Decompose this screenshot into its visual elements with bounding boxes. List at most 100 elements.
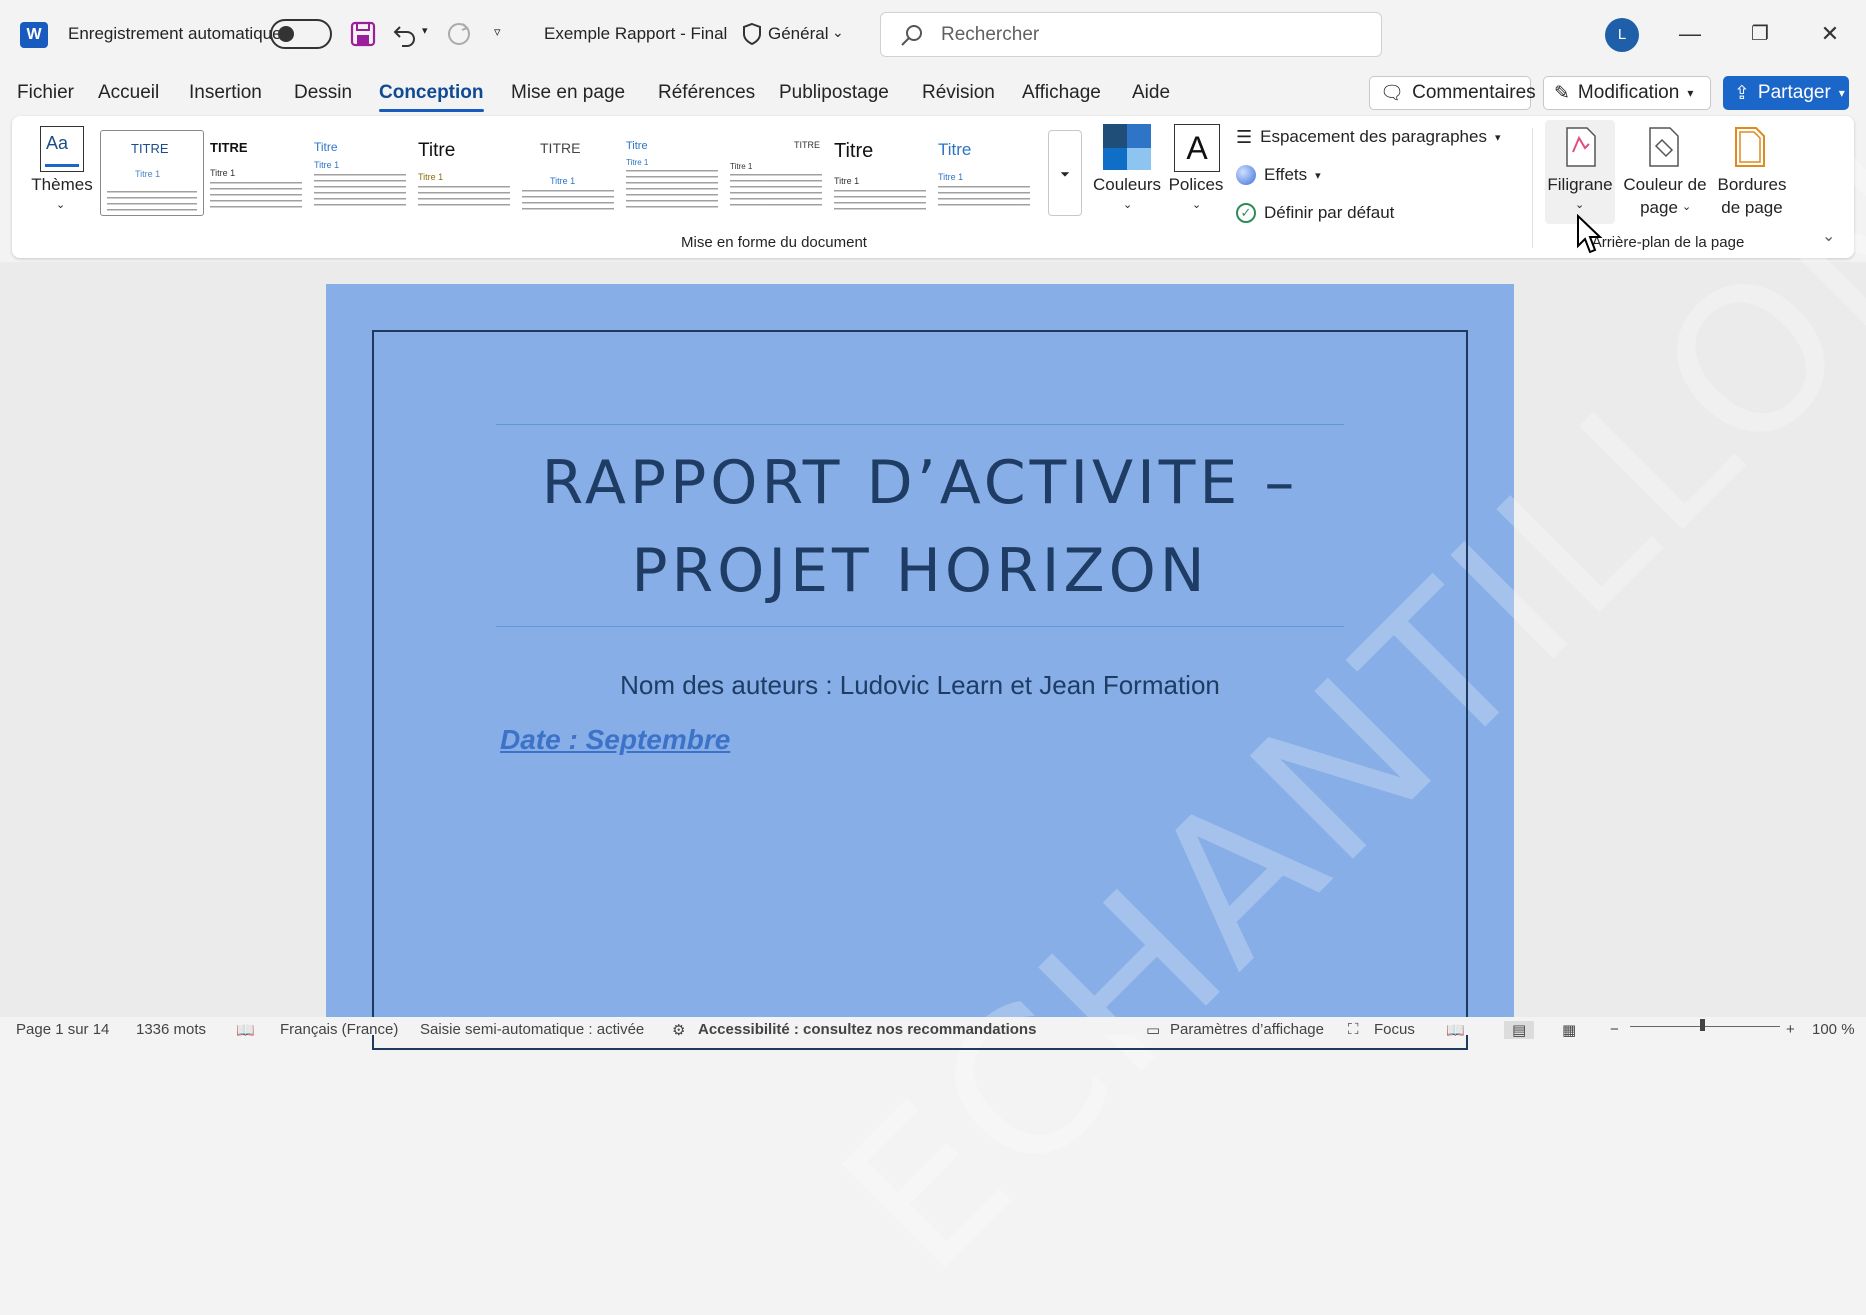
gallery-expand-icon: ⏷ bbox=[1060, 167, 1070, 181]
zoom-slider[interactable] bbox=[1630, 1026, 1780, 1027]
tab-dessin[interactable]: Dessin bbox=[294, 82, 352, 104]
document-title[interactable]: Exemple Rapport - Final bbox=[544, 24, 727, 44]
style-set-item[interactable]: Titre Titre 1 bbox=[828, 130, 932, 216]
share-icon: ⇪ bbox=[1734, 82, 1750, 104]
close-icon[interactable]: ✕ bbox=[1805, 14, 1855, 54]
effects-icon bbox=[1236, 165, 1256, 185]
tab-fichier[interactable]: Fichier bbox=[17, 82, 74, 104]
read-mode-icon[interactable]: 📖 bbox=[1446, 1021, 1465, 1039]
gallery-more-button[interactable]: ⏷ bbox=[1048, 130, 1082, 216]
comment-icon: 🗨 bbox=[1380, 83, 1405, 104]
fonts-button[interactable]: A Polices ⌄ bbox=[1168, 122, 1224, 218]
proofing-icon[interactable]: 📖 bbox=[236, 1021, 255, 1039]
sensitivity-chevron-icon[interactable]: ⌄ bbox=[832, 24, 844, 41]
web-layout-icon[interactable]: ▦ bbox=[1562, 1021, 1576, 1039]
tab-insertion[interactable]: Insertion bbox=[189, 82, 262, 104]
style-set-item[interactable]: Titre Titre 1 bbox=[412, 130, 516, 216]
style-set-item[interactable]: TITRE Titre 1 bbox=[516, 130, 620, 216]
status-focus[interactable]: Focus bbox=[1374, 1021, 1415, 1038]
status-word-count[interactable]: 1336 mots bbox=[136, 1021, 206, 1038]
watermark-chevron-icon: ⌄ bbox=[1575, 199, 1585, 211]
effects-button[interactable]: Effets ▾ bbox=[1236, 162, 1321, 188]
style-set-heading: Titre 1 bbox=[210, 168, 236, 178]
undo-dropdown-icon[interactable]: ▾ bbox=[422, 24, 428, 37]
print-layout-icon[interactable]: ▤ bbox=[1504, 1021, 1535, 1039]
themes-icon: Aa bbox=[40, 126, 84, 172]
set-default-button[interactable]: ✓ Définir par défaut bbox=[1236, 200, 1394, 226]
style-gallery: TITRE Titre 1 TITRE Titre 1 Titre Titre … bbox=[100, 130, 1084, 216]
document-authors[interactable]: Nom des auteurs : Ludovic Learn et Jean … bbox=[396, 670, 1444, 701]
tab-references[interactable]: Références bbox=[658, 82, 755, 104]
style-set-title: Titre bbox=[418, 140, 456, 161]
zoom-slider-thumb[interactable] bbox=[1700, 1019, 1705, 1031]
style-set-item[interactable]: Titre Titre 1 bbox=[932, 130, 1036, 216]
shield-icon bbox=[740, 20, 764, 48]
style-set-title: Titre bbox=[314, 140, 338, 154]
share-button[interactable]: ⇪ Partager ▾ bbox=[1723, 76, 1849, 110]
status-accessibility[interactable]: Accessibilité : consultez nos recommanda… bbox=[698, 1021, 1036, 1038]
document-title-line-2[interactable]: PROJET HORIZON bbox=[396, 536, 1444, 606]
tab-accueil[interactable]: Accueil bbox=[98, 82, 159, 104]
comments-label: Commentaires bbox=[1412, 82, 1536, 103]
status-display-settings[interactable]: Paramètres d’affichage bbox=[1170, 1021, 1324, 1038]
title-rule-bottom bbox=[496, 626, 1344, 627]
document-title-line-1[interactable]: RAPPORT D’ACTIVITE – bbox=[396, 448, 1444, 518]
colors-chevron-icon: ⌄ bbox=[1123, 199, 1133, 211]
status-autocomplete[interactable]: Saisie semi-automatique : activée bbox=[420, 1021, 644, 1038]
tab-publipostage[interactable]: Publipostage bbox=[779, 82, 889, 104]
page-color-chevron-icon: ⌄ bbox=[1682, 201, 1692, 213]
fonts-label: Polices bbox=[1168, 175, 1224, 194]
style-set-heading: Titre 1 bbox=[314, 160, 340, 170]
style-set-item[interactable]: TITRE Titre 1 bbox=[204, 130, 308, 216]
style-set-item[interactable]: TITRE Titre 1 bbox=[100, 130, 204, 216]
tab-mise-en-page[interactable]: Mise en page bbox=[511, 82, 625, 104]
watermark-button[interactable]: Filigrane ⌄ bbox=[1545, 120, 1615, 224]
status-language[interactable]: Français (France) bbox=[280, 1021, 398, 1038]
paragraph-spacing-button[interactable]: ☰ Espacement des paragraphes ▾ bbox=[1236, 124, 1500, 150]
chevron-down-icon: ▾ bbox=[1687, 86, 1694, 100]
colors-button[interactable]: Couleurs ⌄ bbox=[1093, 122, 1161, 218]
word-logo-icon: W bbox=[20, 22, 48, 48]
zoom-out-icon[interactable]: − bbox=[1610, 1021, 1619, 1038]
style-set-heading: Titre 1 bbox=[626, 158, 649, 167]
style-set-item[interactable]: Titre Titre 1 bbox=[620, 130, 724, 216]
redo-icon[interactable] bbox=[444, 18, 474, 50]
tab-conception[interactable]: Conception bbox=[379, 82, 484, 112]
search-box[interactable]: Rechercher bbox=[880, 12, 1382, 57]
document-date[interactable]: Date : Septembre bbox=[500, 724, 730, 756]
style-set-item[interactable]: Titre Titre 1 bbox=[308, 130, 412, 216]
colors-icon bbox=[1103, 124, 1151, 170]
tab-aide[interactable]: Aide bbox=[1132, 82, 1170, 104]
themes-button[interactable]: Aa Thèmes ⌄ bbox=[26, 122, 98, 222]
tab-revision[interactable]: Révision bbox=[922, 82, 995, 104]
avatar[interactable]: L bbox=[1605, 18, 1639, 52]
undo-icon[interactable] bbox=[390, 18, 420, 50]
status-zoom[interactable]: 100 % bbox=[1812, 1021, 1855, 1038]
effects-label: Effets bbox=[1264, 165, 1308, 184]
customize-toolbar-icon[interactable]: ▿ bbox=[494, 24, 501, 40]
mouse-cursor-icon bbox=[1576, 213, 1604, 261]
tab-affichage[interactable]: Affichage bbox=[1022, 82, 1101, 104]
sensitivity-label[interactable]: Général bbox=[768, 24, 828, 44]
style-set-item[interactable]: TITRE Titre 1 bbox=[724, 130, 828, 216]
display-settings-icon: ▭ bbox=[1146, 1022, 1161, 1039]
themes-label: Thèmes bbox=[31, 175, 93, 194]
set-default-label: Définir par défaut bbox=[1264, 203, 1395, 222]
focus-icon: ⛶ bbox=[1348, 1021, 1359, 1038]
minimize-icon[interactable]: — bbox=[1665, 14, 1715, 54]
autosave-toggle[interactable] bbox=[270, 19, 332, 49]
paragraph-spacing-chevron-icon: ▾ bbox=[1494, 131, 1501, 144]
page-color-button[interactable]: Couleur de page ⌄ bbox=[1620, 122, 1710, 226]
group-label-document-formatting: Mise en forme du document bbox=[681, 234, 867, 251]
save-icon[interactable] bbox=[348, 18, 378, 50]
style-set-title: TITRE bbox=[210, 140, 248, 155]
style-set-title: Titre bbox=[938, 140, 972, 159]
editing-mode-button[interactable]: ✎ Modification ▾ bbox=[1543, 76, 1711, 110]
page-color-icon bbox=[1648, 126, 1684, 175]
restore-icon[interactable]: ❐ bbox=[1735, 14, 1785, 54]
page-borders-icon bbox=[1734, 126, 1770, 175]
zoom-in-icon[interactable]: + bbox=[1786, 1021, 1795, 1038]
comments-button[interactable]: 🗨 Commentaires bbox=[1369, 76, 1536, 110]
status-page-count[interactable]: Page 1 sur 14 bbox=[16, 1021, 109, 1038]
status-bar: Page 1 sur 14 1336 mots 📖 Français (Fran… bbox=[0, 1017, 1866, 1039]
